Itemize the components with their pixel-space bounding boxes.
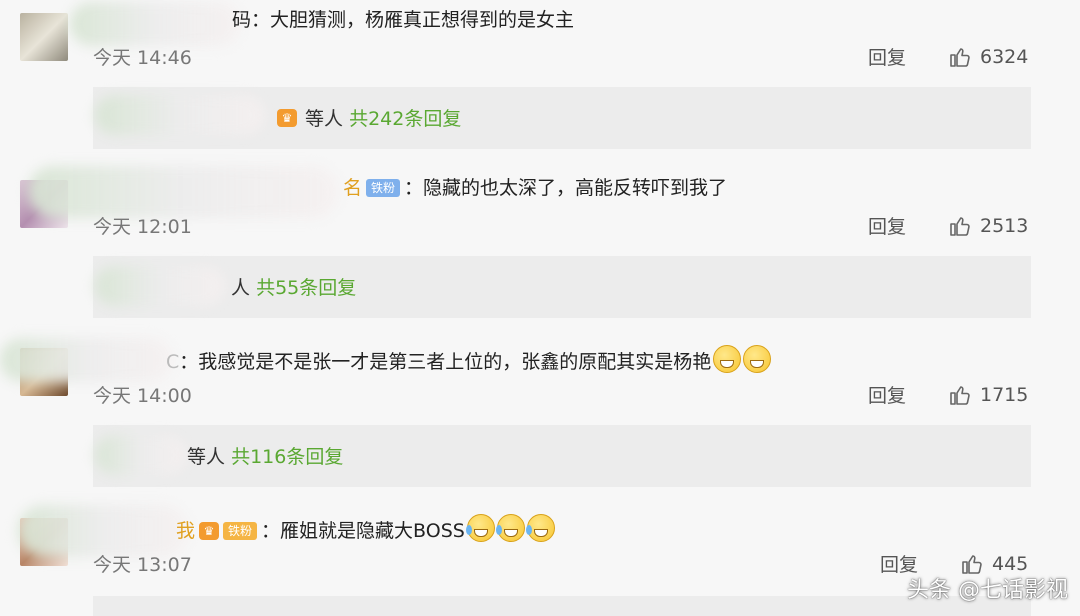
replier-blur [95,435,187,475]
comment-time: 今天 14:46 [93,47,192,69]
comment-body: ：大胆猜测，杨雁真正想得到的是女主 [251,9,575,31]
replies-preview[interactable]: ♛ 等人 共242条回复 [93,87,1031,149]
laugh-cry-emoji-icon [465,514,495,542]
like-button[interactable]: 1715 [948,383,1028,407]
comment-body: ：我感觉是不是张一才是第三者上位的，张鑫的原配其实是杨艳 [179,351,712,373]
comment-text: 名铁粉 ：隐藏的也太深了，高能反转吓到我了 [343,176,727,200]
username-blur [70,2,240,46]
username[interactable]: 名 [343,177,362,199]
laugh-cry-emoji-icon [525,514,555,542]
username-blur [28,166,338,218]
crown-icon: ♛ [199,522,220,540]
comment-text: 我 ♛ 铁粉 ：雁姐就是隐藏大BOSS [176,514,555,543]
like-count: 6324 [980,46,1029,68]
replies-prefix: 等人 [305,108,344,130]
replies-prefix: 人 [231,277,251,299]
username-blur [18,505,188,557]
comment-body: ：隐藏的也太深了，高能反转吓到我了 [404,177,728,199]
comment-text: C：我感觉是不是张一才是第三者上位的，张鑫的原配其实是杨艳 [166,345,772,374]
fan-badge: 铁粉 [223,522,258,540]
like-button[interactable]: 2513 [948,214,1028,238]
replies-preview[interactable]: 人 共55条回复 [93,256,1031,318]
reply-button[interactable]: 回复 [868,46,906,70]
comment-time: 今天 12:01 [93,216,192,238]
reply-button[interactable]: 回复 [868,384,906,408]
avatar[interactable] [20,13,68,61]
replies-preview[interactable]: 等人 共116条回复 [93,425,1031,487]
comment-time: 今天 14:00 [93,385,192,407]
replier-blur [95,266,225,306]
replies-preview[interactable] [93,596,1031,616]
comment-time: 今天 13:07 [93,554,192,576]
thumbs-up-icon [950,48,970,67]
replies-summary: 等人 共242条回复 [305,107,461,131]
crown-icon: ♛ [277,109,297,127]
watermark: 头条 @七话影视 [907,578,1068,603]
replier-blur [95,95,265,135]
username[interactable]: 码 [232,9,251,31]
username-blur [0,338,172,382]
replies-count-link[interactable]: 共55条回复 [256,277,356,299]
username[interactable]: 我 [176,520,195,542]
username[interactable]: C [166,351,179,373]
grin-emoji-icon [713,345,742,373]
grin-emoji-icon [743,345,772,373]
laugh-cry-emoji-icon [495,514,525,542]
comment-body: ：雁姐就是隐藏大BOSS [261,520,465,542]
replies-prefix: 等人 [187,446,226,468]
replies-count-link[interactable]: 共116条回复 [231,446,343,468]
replies-count-link[interactable]: 共242条回复 [349,108,461,130]
like-count: 1715 [980,384,1029,406]
like-count: 2513 [980,215,1029,237]
like-button[interactable]: 6324 [948,45,1028,69]
thumbs-up-icon [950,386,970,405]
thumbs-up-icon [950,217,970,236]
fan-badge: 铁粉 [366,179,401,197]
comment-text: 码：大胆猜测，杨雁真正想得到的是女主 [232,8,574,32]
replies-summary: 人 共55条回复 [231,276,356,300]
reply-button[interactable]: 回复 [868,215,906,239]
replies-summary: 等人 共116条回复 [187,445,343,469]
